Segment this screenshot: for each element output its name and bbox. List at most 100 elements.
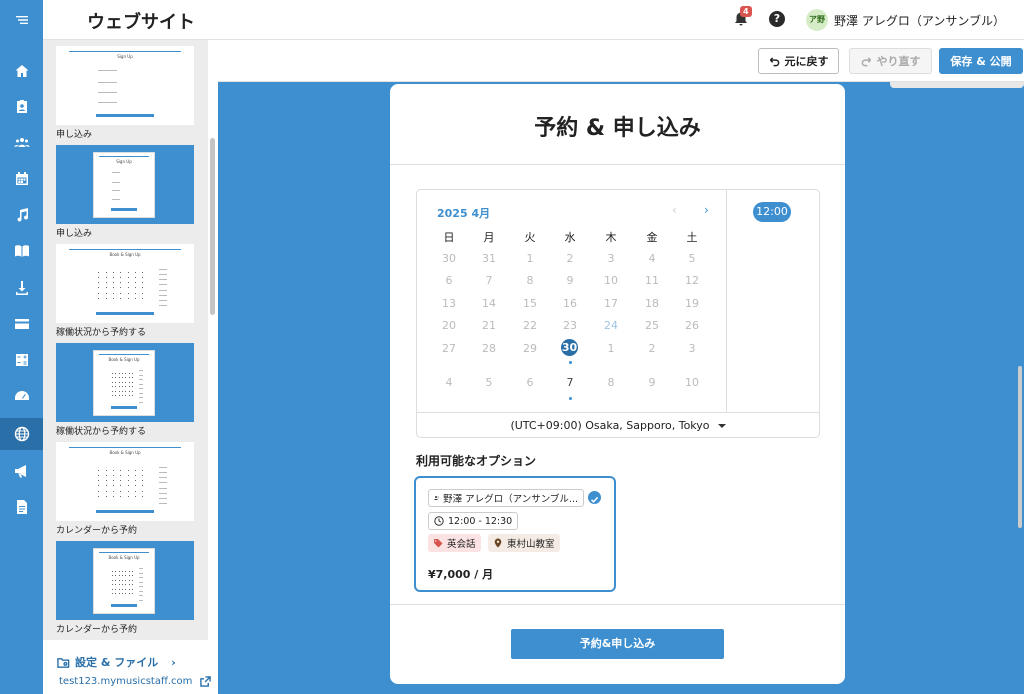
thumbnail-label[interactable]: カレンダーから予約 (56, 622, 137, 635)
calendar-day: 4 (648, 252, 656, 265)
undo-button[interactable]: 元に戻す (758, 48, 839, 74)
sidebar-scroll-thumb[interactable] (210, 138, 215, 315)
dashboard-icon[interactable] (0, 380, 43, 412)
book-signup-button[interactable]: 予約&申し込み (511, 629, 724, 659)
timezone-select[interactable]: (UTC+09:00) Osaka, Sapporo, Tokyo (417, 419, 819, 432)
thumbnail-calendar-dot (115, 386, 117, 388)
thumbnail-header-bar (98, 156, 150, 157)
calendar-day: 1 (526, 252, 534, 265)
thumbnail-calendar-dot (142, 276, 144, 278)
thumbnail-calendar-dot (142, 474, 144, 476)
thumbnail-calendar-dot (142, 495, 144, 497)
user-name[interactable]: 野澤 アレグロ（アンサンブル） (834, 12, 1005, 29)
thumbnail-label[interactable]: 稼働状況から予約する (56, 424, 146, 437)
thumbnail-calendar-dot (120, 495, 122, 497)
page-thumbnail[interactable]: Sign Up (56, 46, 194, 125)
chevron-right-icon[interactable]: › (704, 203, 709, 217)
thumbnail-calendar-dot (125, 381, 127, 383)
thumbnail-label[interactable]: 申し込み (56, 127, 92, 140)
megaphone-icon[interactable] (0, 455, 43, 487)
thumbnail-calendar-dot (105, 474, 107, 476)
thumbnail-calendar-dot (105, 485, 107, 487)
settings-files-label: 設定 & ファイル (75, 656, 159, 669)
option-price: ¥7,000 / 月 (428, 568, 494, 581)
thumbnail-button (95, 114, 155, 117)
availability-dot (569, 361, 572, 364)
calculator-icon[interactable] (0, 344, 43, 376)
thumbnail-calendar-dot (112, 282, 114, 283)
thumbnail-side-line (158, 268, 167, 270)
thumbnail-button (110, 208, 138, 211)
thumbnail-preview: Book & Sign Up (93, 350, 155, 416)
calendar-day: 5 (688, 252, 696, 265)
thumbnail-calendar-dot (128, 584, 130, 586)
calendar-icon[interactable] (0, 163, 43, 195)
avatar[interactable]: ア野 (806, 9, 828, 31)
preview-scrollbar[interactable] (1018, 366, 1022, 528)
menu-icon[interactable] (0, 4, 43, 36)
page-thumbnail[interactable]: Book & Sign Up (56, 541, 194, 620)
globe-icon[interactable] (0, 418, 43, 450)
thumbnail-side-line (139, 397, 143, 399)
thumbnail-calendar-dot (105, 292, 107, 294)
thumbnail-calendar-dot (121, 381, 123, 383)
calendar-day-available[interactable]: 7 (558, 376, 582, 389)
time-chip: 12:00 - 12:30 (428, 512, 519, 530)
page-thumbnail[interactable]: Book & Sign Up (56, 442, 194, 521)
thumbnail-calendar-dot (98, 282, 100, 283)
thumbnail-button (95, 312, 155, 315)
thumbnail-calendar-dot (120, 271, 122, 273)
calendar-footer-divider (417, 412, 819, 413)
thumbnail-label[interactable]: カレンダーから予約 (56, 523, 137, 536)
page-thumbnail[interactable]: Book & Sign Up (56, 343, 194, 422)
thumbnail-side-line (139, 595, 143, 597)
calendar-day-selected[interactable]: 30 (561, 339, 578, 356)
thumbnail-button (110, 406, 138, 409)
download-icon[interactable] (0, 272, 43, 304)
thumbnail-calendar-dot (112, 271, 114, 273)
thumbnail-calendar-dot (127, 287, 129, 289)
thumbnail-calendar-dot (112, 584, 113, 586)
thumbnail-label[interactable]: 稼働状況から予約する (56, 325, 146, 338)
location-label: 東村山教室 (507, 539, 555, 550)
thumbnail-calendar-dot (112, 579, 113, 581)
calendar-day: 10 (685, 376, 699, 389)
thumbnail-calendar-dot (98, 474, 100, 476)
calendar-day: 31 (482, 252, 496, 265)
preview-top-strip (890, 82, 1024, 88)
thumbnail-calendar-dot (125, 570, 127, 572)
redo-button[interactable]: やり直す (849, 48, 932, 74)
thumbnail-calendar-dot (115, 381, 117, 383)
student-icon[interactable] (0, 91, 43, 123)
card-icon[interactable] (0, 308, 43, 340)
sidebar-scrollbar[interactable] (208, 40, 218, 640)
thumbnail-field-line (112, 181, 121, 183)
thumbnail-calendar-dot (105, 469, 107, 471)
thumbnail-label[interactable]: 申し込み (56, 226, 92, 239)
page-thumbnail[interactable]: Book & Sign Up (56, 244, 194, 323)
save-publish-button[interactable]: 保存 & 公開 (939, 48, 1023, 74)
timezone-label: (UTC+09:00) Osaka, Sapporo, Tokyo (510, 419, 710, 432)
nav-rail (0, 0, 43, 694)
option-card[interactable]: 野澤 アレグロ（アンサンブル... 12:00 - 12:30 英会話 東村山教… (414, 476, 616, 592)
time-slot-button[interactable]: 12:00 (753, 202, 791, 222)
music-icon[interactable] (0, 199, 43, 231)
site-url-link[interactable]: test123.mymusicstaff.com (59, 676, 212, 687)
thumbnail-calendar-dot (131, 584, 133, 586)
thumbnail-side-line (139, 401, 143, 403)
thumbnail-side-line (158, 300, 167, 301)
settings-files-link[interactable]: 設定 & ファイル › (57, 654, 176, 670)
page-thumbnail[interactable]: Sign Up (56, 145, 194, 224)
book-icon[interactable] (0, 235, 43, 267)
home-icon[interactable] (0, 55, 43, 87)
document-icon[interactable] (0, 491, 43, 523)
help-icon[interactable]: ? (769, 11, 785, 27)
thumbnail-calendar-dot (115, 395, 117, 397)
calendar-day: 28 (482, 342, 496, 355)
thumbnail-calendar-dot (127, 495, 129, 497)
thumbnail-calendar-dot (125, 395, 127, 397)
chevron-left-icon[interactable]: ‹ (672, 203, 677, 217)
calendar-day: 6 (526, 376, 534, 389)
calendar-day: 12 (685, 274, 699, 287)
family-icon[interactable] (0, 127, 43, 159)
